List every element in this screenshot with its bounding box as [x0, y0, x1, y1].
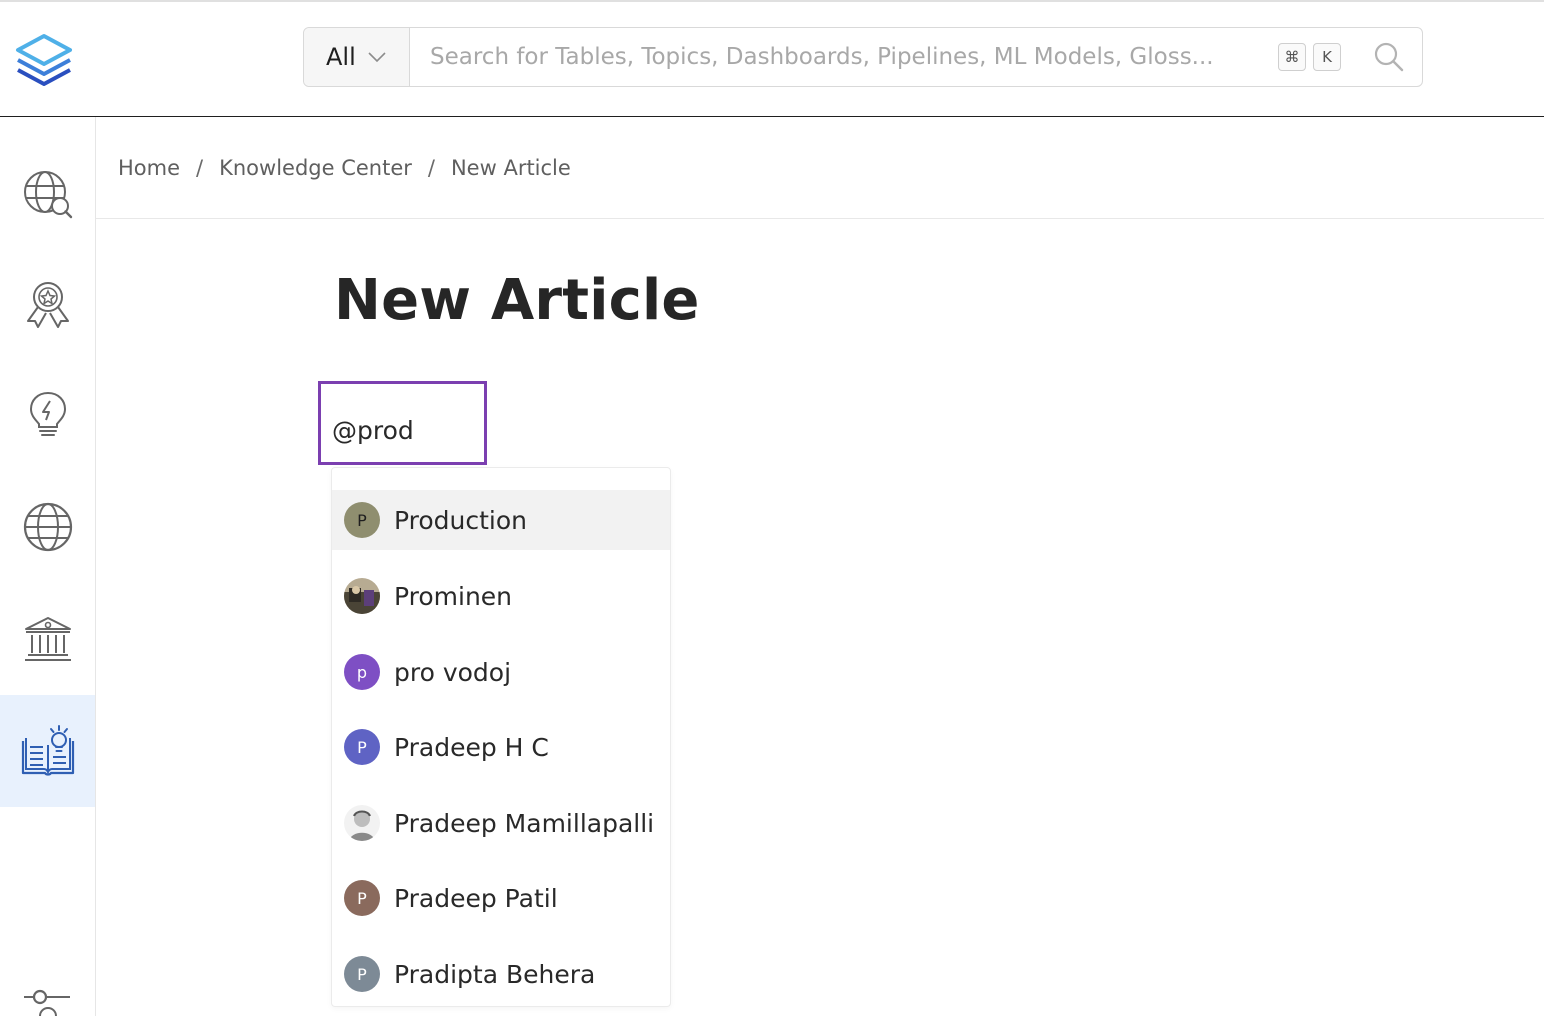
breadcrumb-current-page: New Article	[450, 155, 571, 180]
breadcrumb-separator: /	[196, 155, 204, 180]
globe-search-icon	[23, 171, 72, 219]
globe-icon	[23, 502, 72, 552]
search-input[interactable]	[410, 28, 1278, 86]
lightbulb-icon	[29, 391, 66, 436]
search-category-label: All	[326, 43, 356, 71]
sidebar-item-settings[interactable]	[0, 947, 95, 1016]
avatar: P	[344, 880, 380, 916]
sidebar-item-domains[interactable]	[0, 471, 95, 583]
chevron-down-icon	[368, 52, 386, 63]
mention-suggestion-list: P Production Prominen p pro vodoj P Prad…	[331, 467, 671, 1007]
avatar: p	[344, 654, 380, 690]
avatar	[344, 805, 380, 841]
breadcrumb: Home / Knowledge Center / New Article	[96, 117, 1544, 219]
breadcrumb-knowledge-center-link[interactable]: Knowledge Center	[219, 156, 412, 180]
breadcrumb-separator: /	[427, 155, 435, 180]
breadcrumb-home-link[interactable]: Home	[118, 156, 180, 180]
mention-name: Pradeep Patil	[394, 883, 558, 913]
sidebar-item-insights[interactable]	[0, 359, 95, 471]
mention-name: Prominen	[394, 581, 513, 611]
avatar: P	[344, 729, 380, 765]
sidebar-item-data-quality[interactable]	[0, 249, 95, 361]
bank-building-icon	[24, 617, 71, 661]
mention-option[interactable]: Prominen	[332, 566, 670, 626]
sidebar-item-governance[interactable]	[0, 583, 95, 695]
slider-settings-icon	[23, 989, 70, 1016]
k-key-badge: K	[1313, 43, 1341, 71]
avatar	[344, 578, 380, 614]
mention-name: Production	[394, 505, 528, 535]
global-search-bar: All ⌘ K	[303, 27, 1423, 87]
search-category-select[interactable]: All	[304, 28, 410, 86]
avatar: P	[344, 502, 380, 538]
mention-option[interactable]: P Pradeep Patil	[332, 868, 670, 928]
mention-name: Pradeep Mamillapalli	[394, 808, 655, 838]
article-editor[interactable]: @prod	[318, 381, 487, 465]
mention-option[interactable]: p pro vodoj	[332, 642, 670, 702]
app-logo-icon[interactable]	[14, 32, 74, 90]
mention-option[interactable]: P Pradipta Behera	[332, 944, 670, 1004]
mention-name: Pradipta Behera	[394, 959, 596, 989]
award-badge-icon	[26, 282, 69, 328]
left-sidebar	[0, 117, 96, 1016]
sidebar-item-explore[interactable]	[0, 139, 95, 251]
avatar: P	[344, 956, 380, 992]
top-navbar: All ⌘ K	[0, 0, 1544, 117]
mention-option[interactable]: P Production	[332, 490, 670, 550]
mention-option[interactable]: P Pradeep H C	[332, 717, 670, 777]
sidebar-item-knowledge-center[interactable]	[0, 695, 95, 807]
editor-text: @prod	[332, 416, 414, 445]
cmd-key-icon: ⌘	[1278, 43, 1306, 71]
search-icon[interactable]	[1374, 42, 1404, 72]
mention-option[interactable]: Pradeep Mamillapalli	[332, 793, 670, 853]
mention-name: Pradeep H C	[394, 732, 549, 762]
book-idea-icon	[21, 725, 74, 776]
mention-name: pro vodoj	[394, 657, 512, 687]
page-title: New Article	[334, 268, 700, 333]
